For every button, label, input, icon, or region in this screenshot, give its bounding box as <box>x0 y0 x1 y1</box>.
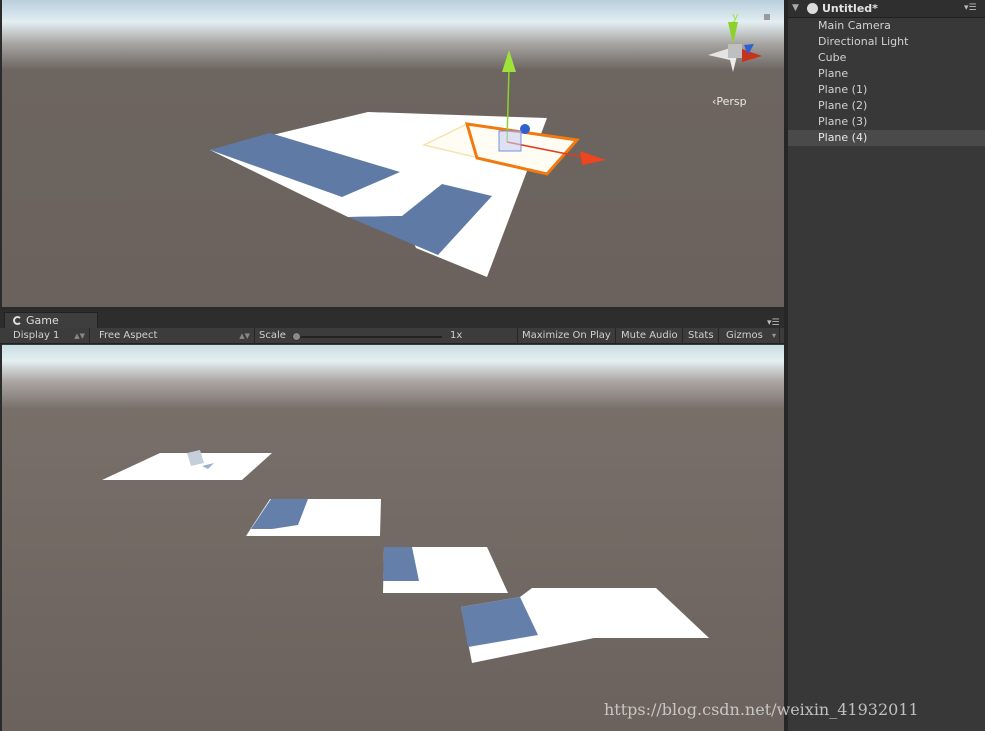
stats-button[interactable]: Stats <box>684 328 719 344</box>
gizmos-button[interactable]: Gizmos ▾ <box>722 328 780 344</box>
scene-canvas[interactable] <box>2 0 784 307</box>
scale-slider-track[interactable] <box>292 336 442 338</box>
game-view[interactable] <box>2 345 784 731</box>
orientation-gizmo[interactable] <box>708 22 762 72</box>
updown-icon: ▲▼ <box>74 332 85 340</box>
move-gizmo-center[interactable] <box>498 130 522 152</box>
display-dropdown-label: Display 1 <box>13 330 60 341</box>
hierarchy-item[interactable]: Plane (3) <box>788 114 985 130</box>
scene-title[interactable]: Untitled* <box>822 2 878 15</box>
maximize-on-play-button[interactable]: Maximize On Play <box>517 328 616 344</box>
panel-menu-icon[interactable]: ▾☰ <box>767 318 780 328</box>
game-canvas <box>102 450 709 663</box>
hierarchy-item[interactable]: Plane (1) <box>788 82 985 98</box>
move-gizmo-x-arrow[interactable] <box>580 151 606 165</box>
gizmos-label: Gizmos <box>726 330 763 341</box>
gizmo-lock-icon[interactable] <box>764 14 770 20</box>
gizmos-dropdown-icon: ▾ <box>771 331 776 340</box>
scale-slider-thumb[interactable] <box>292 332 301 341</box>
scene-foldout-arrow-icon[interactable]: ▼ <box>792 3 799 13</box>
aspect-dropdown[interactable]: Free Aspect ▲▼ <box>95 328 255 344</box>
display-dropdown[interactable]: Display 1 ▲▼ <box>9 328 90 344</box>
scene-view[interactable]: y ‹Persp <box>2 0 784 307</box>
hierarchy-item[interactable]: Plane <box>788 66 985 82</box>
scale-value: 1x <box>450 330 463 341</box>
move-gizmo-y-arrow[interactable] <box>502 50 516 72</box>
hierarchy-item[interactable]: Directional Light <box>788 34 985 50</box>
game-tab-bar <box>0 310 785 328</box>
tab-game[interactable]: Game <box>4 312 98 328</box>
hierarchy-item[interactable]: Plane (2) <box>788 98 985 114</box>
mute-audio-button[interactable]: Mute Audio <box>617 328 683 344</box>
aspect-dropdown-label: Free Aspect <box>99 330 158 341</box>
updown-icon: ▲▼ <box>239 332 250 340</box>
hierarchy-item-selected[interactable]: Plane (4) <box>788 130 985 146</box>
gizmo-y-label: y <box>732 10 739 23</box>
hierarchy-item[interactable]: Main Camera <box>788 18 985 34</box>
game-tab-label: Game <box>26 314 59 327</box>
game-plane-1 <box>102 453 272 480</box>
persp-label[interactable]: ‹Persp <box>712 95 747 108</box>
hierarchy-menu-icon[interactable]: ▾☰ <box>964 3 977 13</box>
game-tab-icon <box>13 316 22 325</box>
watermark: https://blog.csdn.net/weixin_41932011 <box>604 700 919 719</box>
unity-scene-icon <box>807 3 818 14</box>
scale-label: Scale <box>259 330 286 341</box>
hierarchy-item[interactable]: Cube <box>788 50 985 66</box>
